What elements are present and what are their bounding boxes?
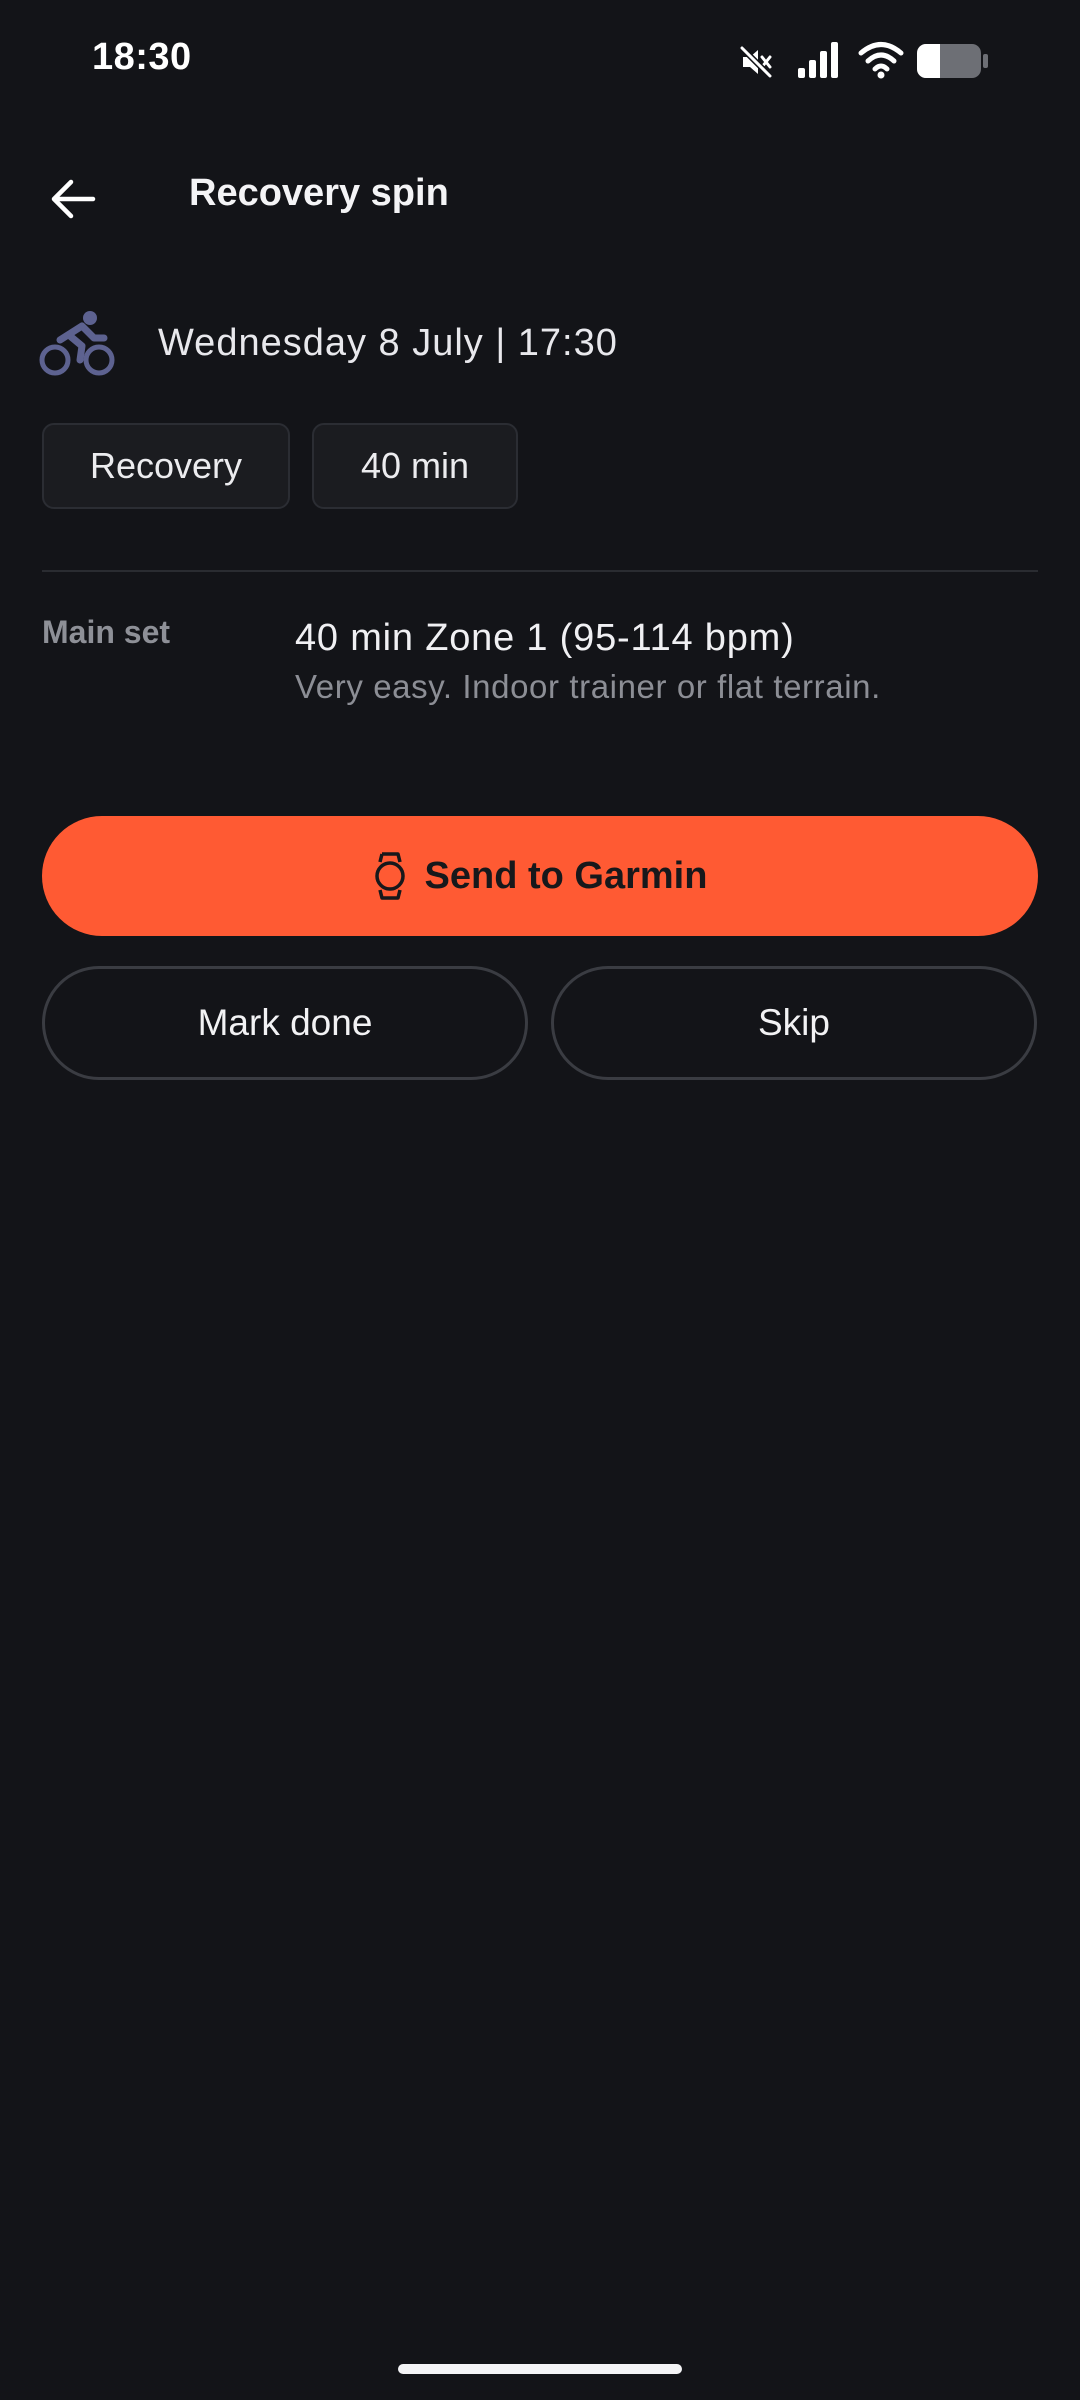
send-to-garmin-button[interactable]: Send to Garmin — [42, 816, 1038, 936]
status-time: 18:30 — [92, 36, 192, 78]
send-to-garmin-label: Send to Garmin — [424, 854, 708, 897]
main-set-description: Very easy. Indoor trainer or flat terrai… — [295, 668, 881, 705]
activity-datetime: Wednesday 8 July | 17:30 — [158, 322, 618, 364]
workout-type-chip: Recovery — [42, 423, 290, 509]
back-button[interactable] — [34, 160, 112, 238]
divider — [42, 570, 1038, 572]
battery-icon — [916, 43, 990, 84]
mute-icon — [738, 44, 774, 85]
skip-button[interactable]: Skip — [551, 966, 1037, 1080]
duration-chip: 40 min — [312, 423, 518, 509]
main-set-label: Main set — [42, 614, 171, 650]
wifi-icon — [858, 40, 904, 85]
watch-icon — [374, 852, 405, 900]
main-set-title: 40 min Zone 1 (95-114 bpm) — [295, 617, 795, 659]
mark-done-button[interactable]: Mark done — [42, 966, 528, 1080]
page-title: Recovery spin — [189, 172, 449, 214]
bike-icon — [38, 310, 118, 385]
signal-icon — [796, 40, 842, 85]
home-indicator[interactable] — [398, 2364, 682, 2374]
back-arrow-icon — [51, 179, 96, 219]
